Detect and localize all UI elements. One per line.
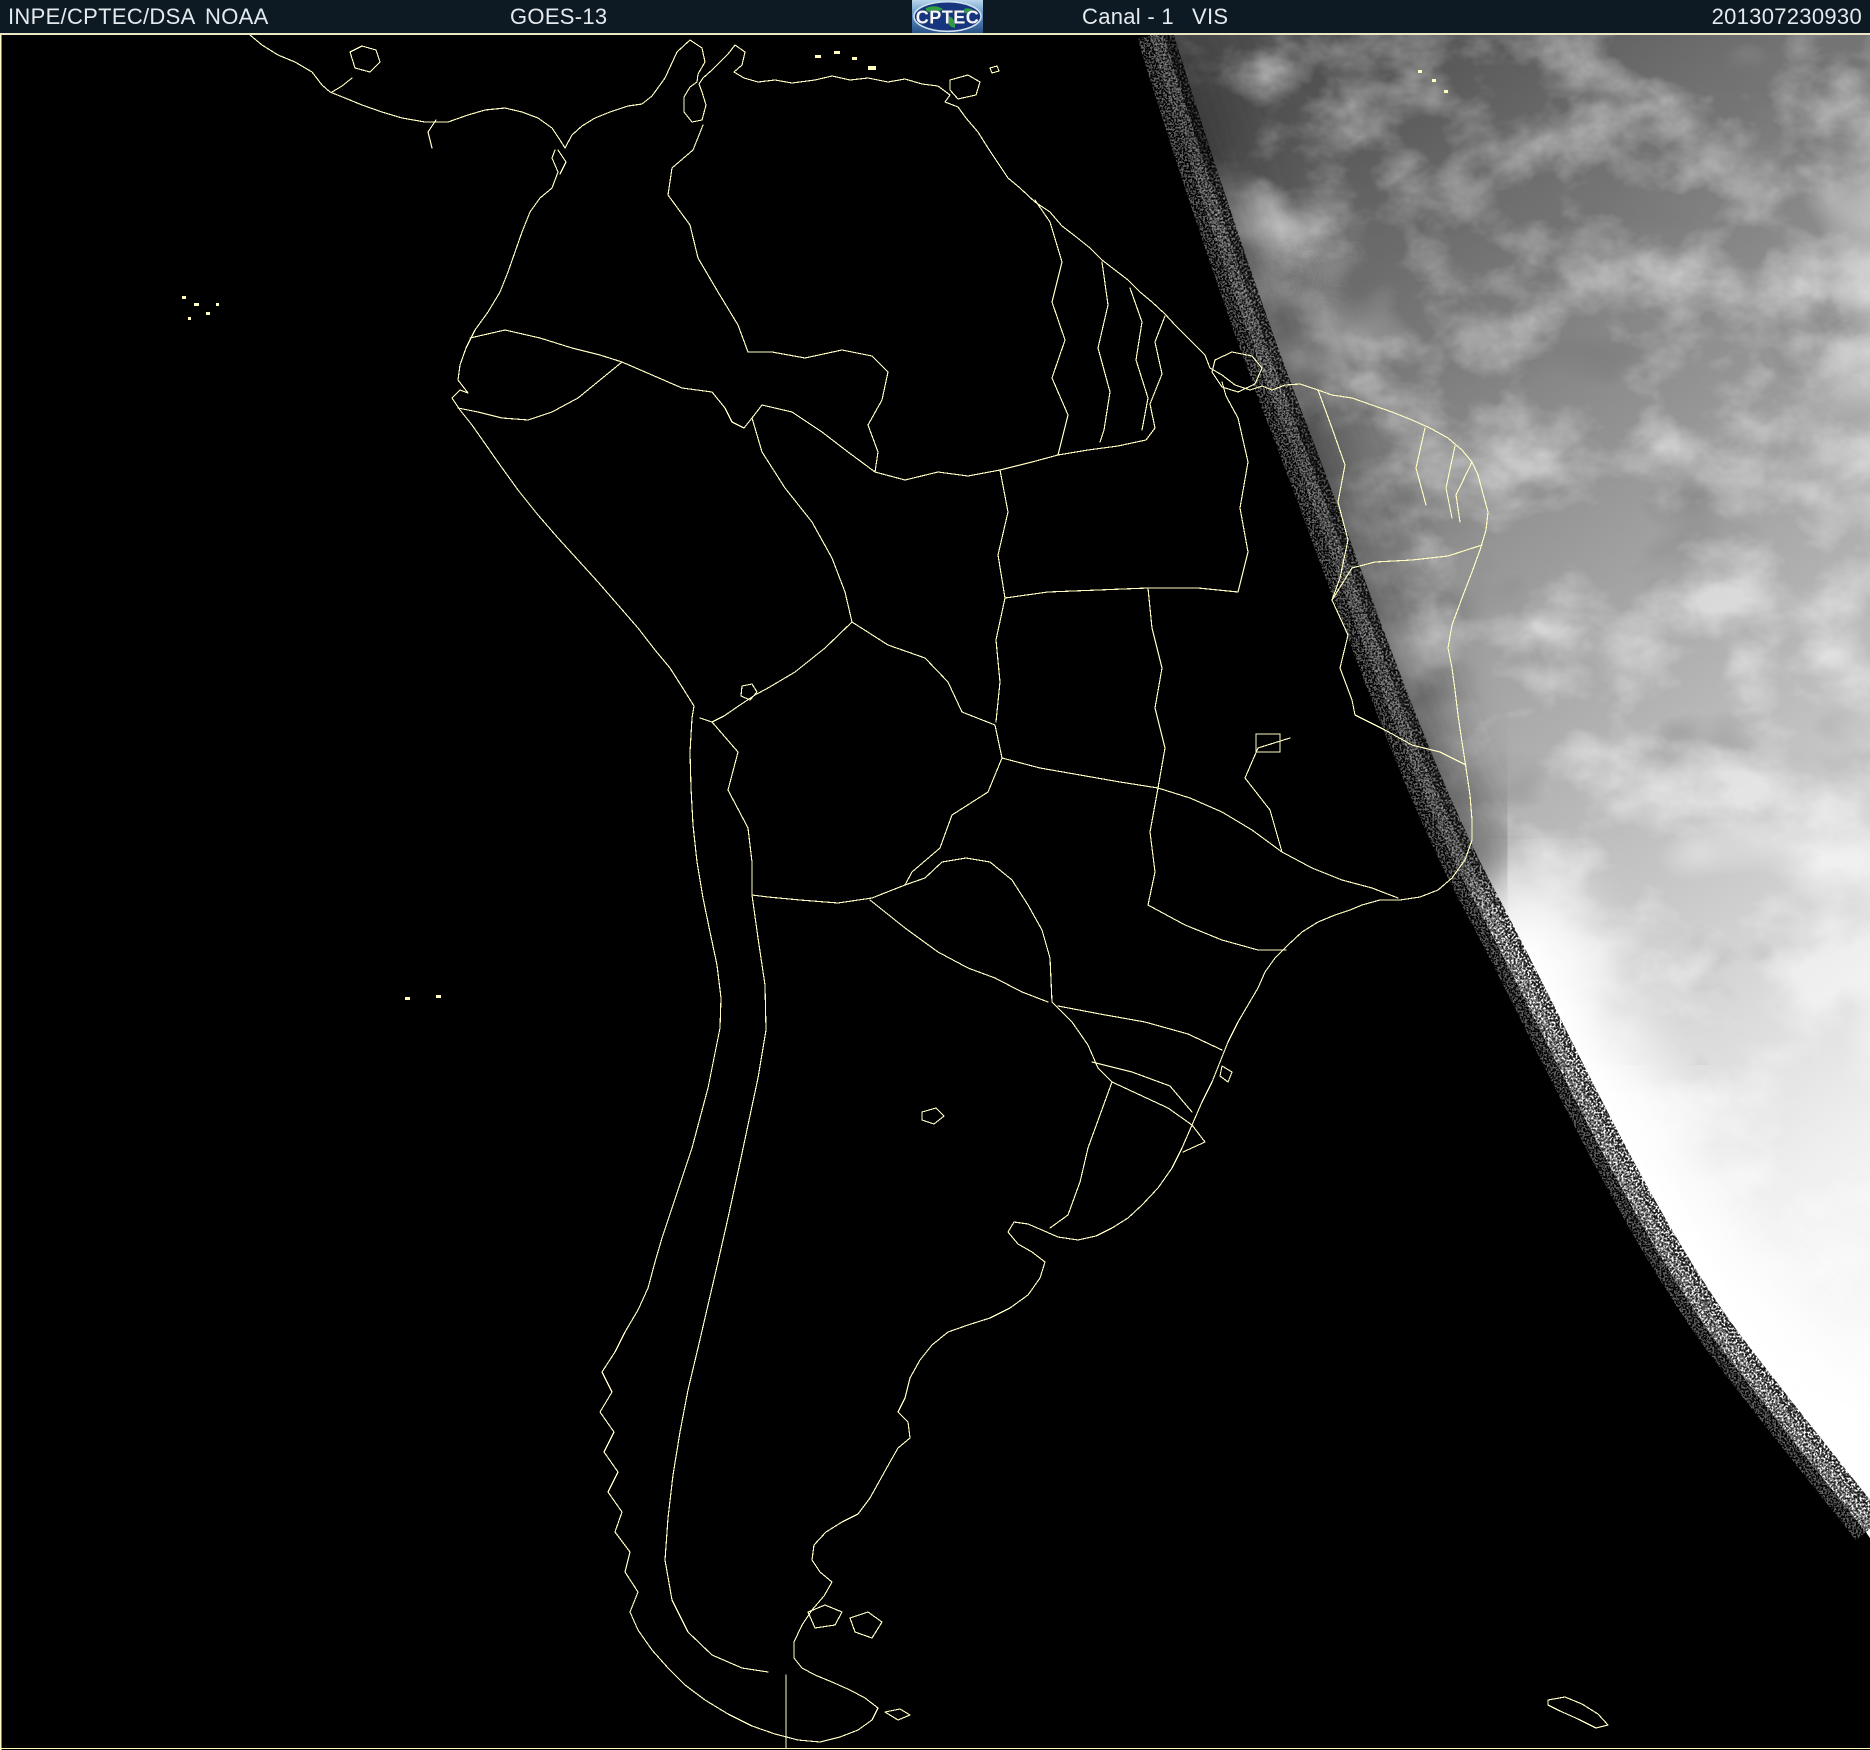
goes13-vis-image — [0, 35, 1870, 1750]
band-label: VIS — [1192, 0, 1228, 33]
satellite-map — [0, 35, 1870, 1750]
satellite-label: GOES-13 — [510, 0, 607, 33]
cptec-logo-text: CPTEC — [916, 8, 980, 28]
timestamp-label: 201307230930 — [1712, 0, 1862, 33]
agency-label: INPE/CPTEC/DSA — [8, 0, 196, 33]
channel-label: Canal - 1 — [1082, 0, 1174, 33]
satellite-image-screen: INPE/CPTEC/DSA NOAA GOES-13 Canal - 1 VI… — [0, 0, 1870, 1750]
header-bar: INPE/CPTEC/DSA NOAA GOES-13 Canal - 1 VI… — [0, 0, 1870, 33]
cptec-logo-icon: CPTEC — [912, 0, 983, 33]
noaa-label: NOAA — [205, 0, 269, 33]
